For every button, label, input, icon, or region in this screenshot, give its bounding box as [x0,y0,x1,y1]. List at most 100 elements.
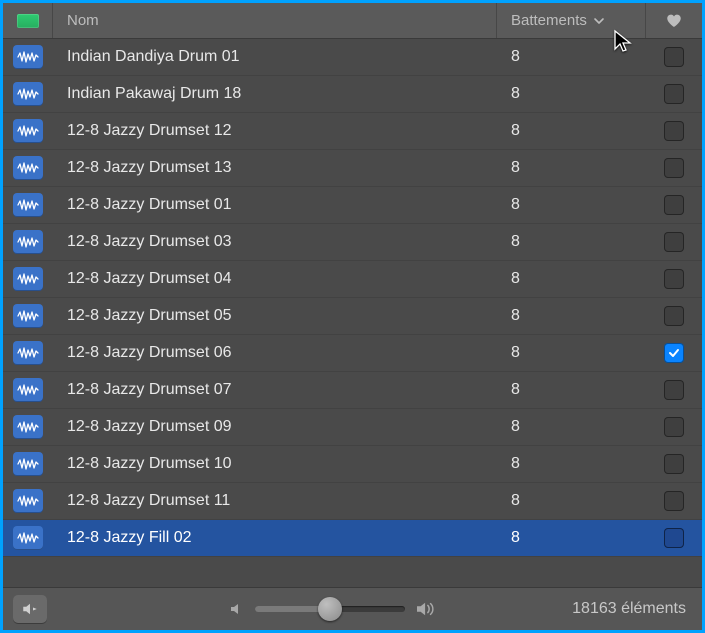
row-name: 12-8 Jazzy Fill 02 [53,529,497,547]
favorite-checkbox[interactable] [664,528,684,548]
audio-loop-icon[interactable] [13,378,43,402]
row-beats: 8 [497,122,646,140]
row-name: 12-8 Jazzy Drumset 03 [53,233,497,251]
table-row[interactable]: 12-8 Jazzy Drumset 138 [3,150,702,187]
preview-play-button[interactable] [13,595,47,623]
row-favorite-cell [646,158,702,178]
row-favorite-cell [646,343,702,363]
row-beats: 8 [497,270,646,288]
row-name: 12-8 Jazzy Drumset 07 [53,381,497,399]
audio-loop-icon[interactable] [13,156,43,180]
row-favorite-cell [646,195,702,215]
row-type-icon-cell [3,526,53,550]
audio-loop-icon[interactable] [13,341,43,365]
table-row[interactable]: 12-8 Jazzy Drumset 018 [3,187,702,224]
row-favorite-cell [646,84,702,104]
row-type-icon-cell [3,230,53,254]
row-beats: 8 [497,307,646,325]
table-row[interactable]: 12-8 Jazzy Drumset 118 [3,483,702,520]
row-name: 12-8 Jazzy Drumset 01 [53,196,497,214]
audio-loop-icon[interactable] [13,45,43,69]
table-row[interactable]: 12-8 Jazzy Drumset 078 [3,372,702,409]
table-row[interactable]: 12-8 Jazzy Drumset 048 [3,261,702,298]
row-beats: 8 [497,48,646,66]
table-row[interactable]: 12-8 Jazzy Drumset 038 [3,224,702,261]
row-favorite-cell [646,306,702,326]
row-name: 12-8 Jazzy Drumset 09 [53,418,497,436]
favorite-checkbox[interactable] [664,454,684,474]
heart-icon [665,12,683,30]
speaker-play-icon [21,601,39,617]
favorite-checkbox[interactable] [664,306,684,326]
row-type-icon-cell [3,267,53,291]
row-name: 12-8 Jazzy Drumset 06 [53,344,497,362]
favorite-checkbox[interactable] [664,195,684,215]
row-type-icon-cell [3,82,53,106]
row-beats: 8 [497,455,646,473]
audio-loop-icon[interactable] [13,230,43,254]
column-header-favorite[interactable] [646,3,702,38]
favorite-checkbox[interactable] [664,417,684,437]
audio-loop-icon[interactable] [13,489,43,513]
favorite-checkbox[interactable] [664,491,684,511]
volume-high-icon [415,600,437,618]
table-row[interactable]: Indian Pakawaj Drum 188 [3,76,702,113]
audio-loop-icon[interactable] [13,82,43,106]
row-favorite-cell [646,232,702,252]
row-beats: 8 [497,381,646,399]
table-row[interactable]: 12-8 Jazzy Drumset 128 [3,113,702,150]
favorite-checkbox[interactable] [664,121,684,141]
audio-loop-icon[interactable] [13,119,43,143]
audio-loop-icon[interactable] [13,193,43,217]
footer-bar: 18163 éléments [3,587,702,630]
row-name: 12-8 Jazzy Drumset 11 [53,492,497,510]
table-row[interactable]: 12-8 Jazzy Drumset 058 [3,298,702,335]
row-favorite-cell [646,47,702,67]
favorite-checkbox[interactable] [664,158,684,178]
chevron-down-icon [593,15,605,27]
row-favorite-cell [646,491,702,511]
table-row[interactable]: 12-8 Jazzy Drumset 108 [3,446,702,483]
table-row[interactable]: Indian Dandiya Drum 018 [3,39,702,76]
row-favorite-cell [646,269,702,289]
audio-loop-icon[interactable] [13,526,43,550]
row-type-icon-cell [3,119,53,143]
favorite-checkbox[interactable] [664,47,684,67]
favorite-checkbox[interactable] [664,343,684,363]
audio-loop-icon[interactable] [13,304,43,328]
row-beats: 8 [497,233,646,251]
row-beats: 8 [497,418,646,436]
row-name: 12-8 Jazzy Drumset 12 [53,122,497,140]
favorite-checkbox[interactable] [664,84,684,104]
row-name: Indian Pakawaj Drum 18 [53,85,497,103]
volume-control [229,600,437,618]
table-row[interactable]: 12-8 Jazzy Drumset 098 [3,409,702,446]
row-favorite-cell [646,528,702,548]
row-name: 12-8 Jazzy Drumset 10 [53,455,497,473]
row-name: 12-8 Jazzy Drumset 04 [53,270,497,288]
column-header-name[interactable]: Nom [53,3,497,38]
favorite-checkbox[interactable] [664,380,684,400]
volume-slider-knob[interactable] [318,597,342,621]
audio-loop-icon[interactable] [13,415,43,439]
row-name: Indian Dandiya Drum 01 [53,48,497,66]
row-beats: 8 [497,344,646,362]
table-row[interactable]: 12-8 Jazzy Drumset 068 [3,335,702,372]
row-favorite-cell [646,380,702,400]
favorite-checkbox[interactable] [664,232,684,252]
favorite-checkbox[interactable] [664,269,684,289]
loop-list: Indian Dandiya Drum 018Indian Pakawaj Dr… [3,39,702,587]
volume-slider[interactable] [255,606,405,612]
header-view-toggle[interactable] [3,3,53,38]
row-type-icon-cell [3,193,53,217]
audio-loop-icon[interactable] [13,452,43,476]
row-type-icon-cell [3,452,53,476]
row-type-icon-cell [3,341,53,365]
item-count-label: 18163 éléments [572,600,686,618]
row-type-icon-cell [3,304,53,328]
table-row[interactable]: 12-8 Jazzy Fill 028 [3,520,702,557]
audio-loop-icon[interactable] [13,267,43,291]
row-beats: 8 [497,196,646,214]
column-header-beats[interactable]: Battements [497,3,646,38]
row-type-icon-cell [3,415,53,439]
